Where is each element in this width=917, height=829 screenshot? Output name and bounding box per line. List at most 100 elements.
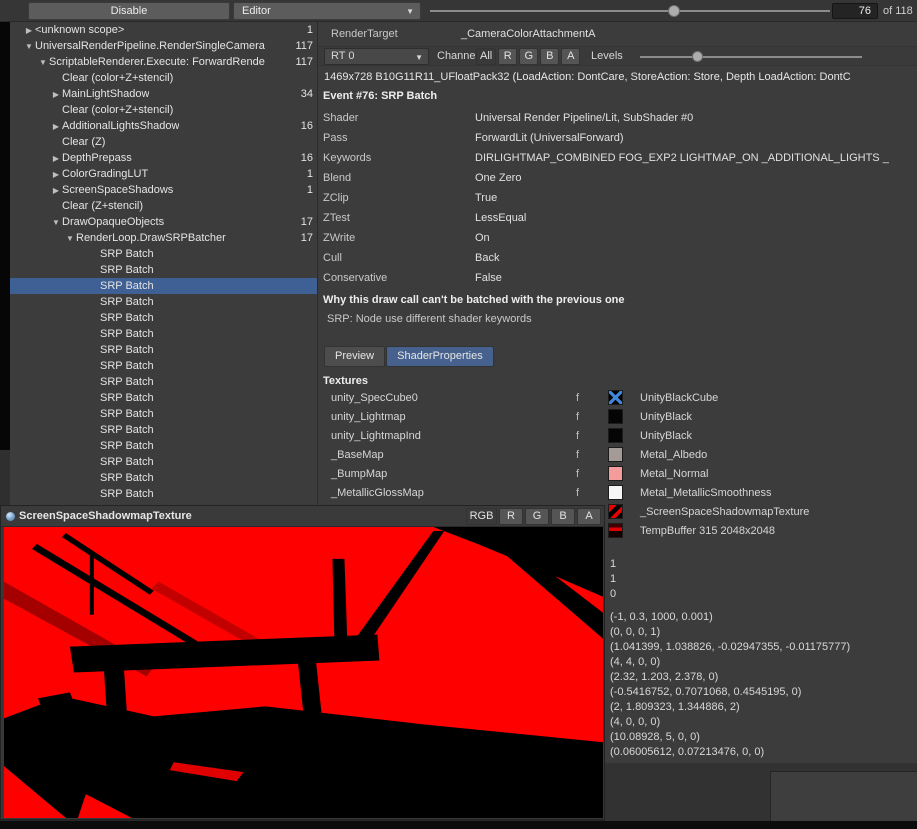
tree-item[interactable]: SRP Batch [10,374,317,390]
texture-swatch[interactable] [608,485,623,500]
preview-channel-r[interactable]: R [499,508,523,525]
preview-channel-a[interactable]: A [577,508,601,525]
foldout-down-icon[interactable]: ▼ [23,42,35,51]
tree-item[interactable]: SRP Batch [10,310,317,326]
tree-item[interactable]: SRP Batch [10,262,317,278]
texture-row: unity_SpecCube0fUnityBlackCube [318,389,917,408]
tree-item[interactable]: ▼UniversalRenderPipeline.RenderSingleCam… [10,38,317,54]
frame-number-field[interactable]: 76 [832,3,878,19]
foldout-right-icon[interactable]: ▶ [50,154,62,163]
tree-item[interactable]: ▼ScriptableRenderer.Execute: ForwardRend… [10,54,317,70]
tree-item-label: MainLightShadow [62,88,149,100]
tree-item-label: ColorGradingLUT [62,168,148,180]
tab-shaderproperties[interactable]: ShaderProperties [386,346,494,367]
tree-item[interactable]: ▶ScreenSpaceShadows1 [10,182,317,198]
channel-button-b[interactable]: B [540,48,559,65]
tree-item[interactable]: SRP Batch [10,326,317,342]
tree-item-label: SRP Batch [100,456,154,468]
tree-item[interactable]: SRP Batch [10,422,317,438]
foldout-right-icon[interactable]: ▶ [50,90,62,99]
texture-swatch[interactable] [608,447,623,462]
levels-slider[interactable] [640,47,862,67]
shader-vector-value: (0, 0, 0, 1) [610,626,850,641]
tree-item[interactable]: Clear (color+Z+stencil) [10,102,317,118]
preview-titlebar[interactable]: ScreenSpaceShadowmapTexture RGBRGBA [1,506,604,527]
tree-item[interactable]: SRP Batch [10,342,317,358]
tree-item[interactable]: Clear (Z) [10,134,317,150]
preview-channel-b[interactable]: B [551,508,575,525]
texture-swatch[interactable] [608,466,623,481]
preview-channel-g[interactable]: G [525,508,549,525]
rt-index-dropdown[interactable]: RT 0 ▼ [324,48,429,65]
texture-swatch[interactable] [608,428,623,443]
tree-item[interactable]: SRP Batch [10,278,317,294]
tree-item-count: 16 [301,152,317,164]
tree-item[interactable]: ▶AdditionalLightsShadow16 [10,118,317,134]
preview-channel-rgb[interactable]: RGB [466,508,497,525]
tree-item[interactable]: SRP Batch [10,406,317,422]
foldout-right-icon[interactable]: ▶ [50,170,62,179]
channel-button-g[interactable]: G [519,48,538,65]
channel-button-all[interactable]: All [476,48,496,65]
frame-slider[interactable] [430,0,830,22]
tree-item[interactable]: ▶ColorGradingLUT1 [10,166,317,182]
tree-item[interactable]: Clear (Z+stencil) [10,198,317,214]
property-label: Cull [323,252,342,264]
tree-item[interactable]: ▶MainLightShadow34 [10,86,317,102]
tree-item[interactable]: ▶DepthPrepass16 [10,150,317,166]
shadowmap-render [4,527,603,818]
foldout-right-icon[interactable]: ▶ [50,186,62,195]
texture-asset-name: Metal_Albedo [640,449,707,461]
channel-button-a[interactable]: A [561,48,580,65]
texture-prop-name: _BaseMap [331,449,384,461]
render-target-label: RenderTarget [331,28,398,40]
batch-break-reason: SRP: Node use different shader keywords [327,313,532,325]
tree-item[interactable]: SRP Batch [10,486,317,502]
tree-item[interactable]: SRP Batch [10,454,317,470]
tree-item[interactable]: SRP Batch [10,358,317,374]
property-row: ShaderUniversal Render Pipeline/Lit, Sub… [318,108,917,128]
tree-item[interactable]: SRP Batch [10,246,317,262]
tab-preview[interactable]: Preview [324,346,385,367]
tree-item[interactable]: ▼RenderLoop.DrawSRPBatcher17 [10,230,317,246]
event-title: Event #76: SRP Batch [323,90,437,102]
detail-tabs: PreviewShaderProperties [324,346,494,367]
target-selector-dropdown[interactable]: Editor ▼ [233,2,421,20]
event-tree[interactable]: ▶<unknown scope>1▼UniversalRenderPipelin… [10,22,317,505]
tree-item[interactable]: SRP Batch [10,438,317,454]
texture-swatch[interactable] [608,504,623,519]
tree-item-label: AdditionalLightsShadow [62,120,179,132]
texture-prop-name: _BumpMap [331,468,387,480]
levels-slider-handle[interactable] [692,51,703,62]
channel-button-r[interactable]: R [498,48,517,65]
tree-item-label: SRP Batch [100,472,154,484]
texture-asset-name: UnityBlackCube [640,392,718,404]
editor-background-strip [0,450,10,505]
shader-vector-value: (1.041399, 1.038826, -0.02947355, -0.011… [610,641,850,656]
tree-item-label: SRP Batch [100,440,154,452]
editor-sub-panel [770,771,917,821]
tree-item[interactable]: ▼DrawOpaqueObjects17 [10,214,317,230]
foldout-right-icon[interactable]: ▶ [50,122,62,131]
dropdown-arrow-icon: ▼ [415,50,423,65]
tree-item[interactable]: ▶<unknown scope>1 [10,22,317,38]
levels-label: Levels [591,50,623,62]
tree-item[interactable]: SRP Batch [10,470,317,486]
property-value: One Zero [475,172,521,184]
tree-item-label: RenderLoop.DrawSRPBatcher [76,232,226,244]
tree-item[interactable]: Clear (color+Z+stencil) [10,70,317,86]
shadowmap-preview-image [4,527,603,818]
texture-swatch[interactable] [608,390,623,405]
tree-item[interactable]: SRP Batch [10,294,317,310]
foldout-down-icon[interactable]: ▼ [64,234,76,243]
frame-slider-handle[interactable] [668,5,680,17]
texture-swatch[interactable] [608,409,623,424]
texture-swatch[interactable] [608,523,623,538]
foldout-down-icon[interactable]: ▼ [37,58,49,67]
texture-flag: f [576,449,579,461]
tree-item-label: SRP Batch [100,408,154,420]
disable-button[interactable]: Disable [28,2,230,20]
tree-item[interactable]: SRP Batch [10,390,317,406]
foldout-right-icon[interactable]: ▶ [23,26,35,35]
foldout-down-icon[interactable]: ▼ [50,218,62,227]
